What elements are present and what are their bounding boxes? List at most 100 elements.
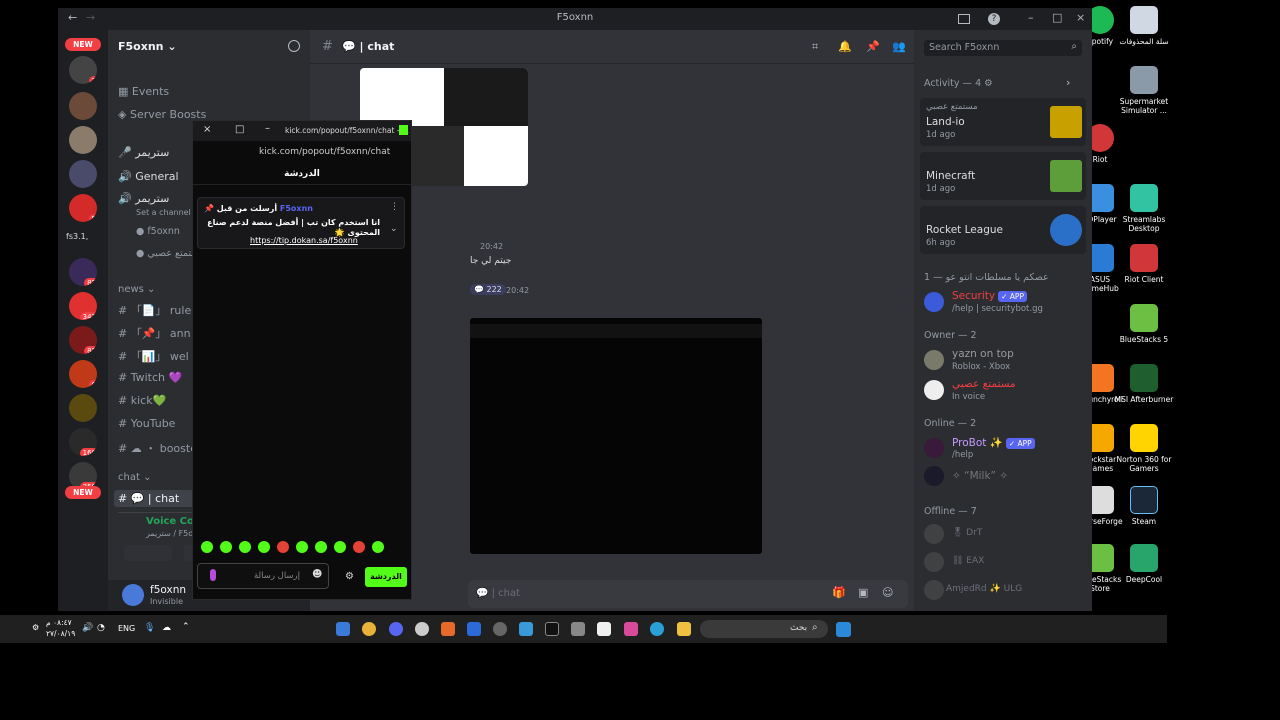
screenshot-attachment[interactable] xyxy=(470,318,762,554)
chevron-down-icon[interactable]: ⌄ xyxy=(390,224,398,234)
app-icon[interactable] xyxy=(545,622,559,636)
desktop-icon-recycle-bin[interactable]: سلة المحذوفات xyxy=(1112,6,1176,46)
discord-icon[interactable] xyxy=(389,622,403,636)
server-icon[interactable]: 160 xyxy=(69,428,97,456)
channel-welcome[interactable]: # 「📊」 wel xyxy=(118,348,189,364)
emote-icon[interactable] xyxy=(353,541,365,553)
chat-input[interactable]: إرسال رسالة ☻ xyxy=(197,563,329,589)
microphone-icon[interactable]: 🎙 xyxy=(144,623,155,633)
camera-off-icon[interactable] xyxy=(124,545,172,561)
channel-announcements[interactable]: # 「📌」 ann xyxy=(118,325,191,341)
copilot-icon[interactable] xyxy=(624,622,638,636)
server-icon[interactable]: 6 xyxy=(69,360,97,388)
set-status-text[interactable]: Set a channel st xyxy=(136,208,201,217)
app-icon[interactable] xyxy=(336,622,350,636)
server-icon[interactable] xyxy=(69,92,97,120)
reaction[interactable]: 💬 222 xyxy=(470,284,506,295)
popout-url[interactable]: kick.com/popout/f5oxnn/chat xyxy=(259,147,390,157)
minimize-button[interactable]: – xyxy=(265,123,270,134)
send-chat-button[interactable]: الدردشة xyxy=(365,567,407,587)
avatar[interactable] xyxy=(924,466,944,486)
channel-voice-streamer[interactable]: 🔊 ستريمر xyxy=(118,192,169,205)
desktop-icon-deepcool[interactable]: DeepCool xyxy=(1112,544,1176,584)
avatar[interactable] xyxy=(924,438,944,458)
channel-rules[interactable]: # 「📄」 rule xyxy=(118,302,191,318)
inbox-icon[interactable] xyxy=(958,14,970,24)
emote-icon[interactable] xyxy=(258,541,270,553)
app-icon[interactable] xyxy=(441,622,455,636)
server-name[interactable]: F5oxnn ⌄ xyxy=(118,40,177,53)
desktop-icon-streamlabs[interactable]: Streamlabs Desktop xyxy=(1112,184,1176,233)
settings-icon[interactable]: ⚙ xyxy=(32,623,39,632)
app-icon[interactable] xyxy=(415,622,429,636)
maximize-button[interactable]: □ xyxy=(235,124,244,135)
edge-icon[interactable] xyxy=(650,622,664,636)
notification-bell-icon[interactable]: 🔔 xyxy=(838,40,852,53)
desktop-icon-msi[interactable]: MSI Afterburner xyxy=(1112,364,1176,404)
activity-card[interactable]: Minecraft 1d ago xyxy=(920,152,1086,200)
avatar[interactable] xyxy=(924,350,944,370)
emote-icon[interactable] xyxy=(277,541,289,553)
store-icon[interactable] xyxy=(597,622,611,636)
app-icon[interactable] xyxy=(467,622,481,636)
avatar[interactable] xyxy=(122,584,144,606)
events-link[interactable]: ▦ Events xyxy=(118,85,169,98)
emoji-icon[interactable]: ☻ xyxy=(312,569,322,580)
server-icon[interactable]: 347 xyxy=(69,292,97,320)
desktop-icon-supermarket[interactable]: Supermarket Simulator ... xyxy=(1112,66,1176,115)
desktop-icon-steam[interactable]: Steam xyxy=(1112,486,1176,526)
close-button[interactable]: × xyxy=(203,124,211,135)
pinned-link[interactable]: https://tip.dokan.sa/f5oxnn xyxy=(250,236,358,245)
desktop-icon-norton[interactable]: Norton 360 for Gamers xyxy=(1112,424,1176,473)
chevron-right-icon[interactable]: › xyxy=(1066,76,1070,89)
volume-icon[interactable]: 🔊 xyxy=(82,623,93,633)
language-indicator[interactable]: ENG xyxy=(118,624,135,633)
microphone-icon[interactable] xyxy=(210,569,216,581)
minimize-button[interactable]: – xyxy=(1028,11,1034,24)
member-name[interactable]: AmjedRd ✨ ULG xyxy=(946,584,1022,594)
app-icon[interactable] xyxy=(493,622,507,636)
emote-icon[interactable] xyxy=(239,541,251,553)
onedrive-icon[interactable]: ☁ xyxy=(162,623,171,633)
server-icon[interactable]: 87 xyxy=(69,326,97,354)
channel-general[interactable]: 🔊 General xyxy=(118,170,179,183)
taskbar-search[interactable]: بحث ⌕ xyxy=(700,620,828,638)
server-icon[interactable] xyxy=(69,160,97,188)
app-icon[interactable] xyxy=(571,622,585,636)
member-list-icon[interactable]: 👥 xyxy=(892,40,906,53)
channel-kick[interactable]: # kick💚 xyxy=(118,394,166,407)
server-icon[interactable]: 3 xyxy=(69,56,97,84)
more-options-icon[interactable]: ⋮ xyxy=(390,202,399,212)
threads-icon[interactable]: ⌗ xyxy=(812,40,818,54)
help-icon[interactable]: ? xyxy=(988,13,1000,25)
member-name[interactable]: ✧ “Milk” ✧ xyxy=(952,470,1008,482)
clock-date[interactable]: ٢٧/٠٨/١٩ xyxy=(46,629,75,638)
channel-stage[interactable]: 🎤 ستريمر xyxy=(118,146,169,159)
invite-people-icon[interactable] xyxy=(288,40,300,52)
server-icon[interactable] xyxy=(69,394,97,422)
member-name[interactable]: مستمتع عصبي xyxy=(952,378,1016,390)
pinned-message[interactable]: 📌 أرسلت من قبل F5oxnn انا استخدم كان تب … xyxy=(197,197,405,249)
avatar[interactable] xyxy=(924,292,944,312)
category-chat[interactable]: chat ⌄ xyxy=(118,472,151,483)
avatar[interactable] xyxy=(924,524,944,544)
server-folder-label[interactable]: fs3.1, xyxy=(66,232,88,241)
emote-icon[interactable] xyxy=(220,541,232,553)
channel-twitch[interactable]: # Twitch 💜 xyxy=(118,371,182,384)
server-icon[interactable]: 5 xyxy=(69,194,97,222)
emote-icon[interactable] xyxy=(315,541,327,553)
sticker-icon[interactable]: ☺ xyxy=(882,586,893,599)
member-name[interactable]: Security ✓ APP xyxy=(952,290,1027,302)
emote-icon[interactable] xyxy=(296,541,308,553)
emote-icon[interactable] xyxy=(201,541,213,553)
chrome-icon[interactable] xyxy=(362,622,376,636)
server-icon[interactable] xyxy=(69,126,97,154)
category-news[interactable]: news ⌄ xyxy=(118,284,155,295)
message-composer[interactable]: 💬 | chat 🎁 ▣ ☺ xyxy=(468,580,908,608)
server-icon[interactable]: 87 xyxy=(69,258,97,286)
member-name[interactable]: ⛓ EAX xyxy=(952,556,984,566)
desktop-icon-bluestacks[interactable]: BlueStacks 5 xyxy=(1112,304,1176,344)
activity-card[interactable]: Rocket League 6h ago xyxy=(920,206,1086,254)
settings-gear-icon[interactable]: ⚙ xyxy=(345,571,354,582)
maximize-button[interactable]: □ xyxy=(1052,11,1062,24)
